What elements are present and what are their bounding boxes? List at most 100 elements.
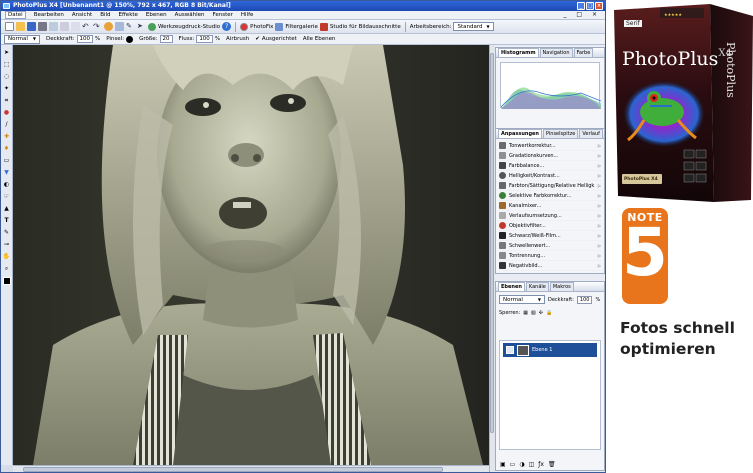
menu-effects[interactable]: Effekte: [119, 12, 138, 18]
adjustment-brightness-contrast[interactable]: Helligkeit/Kontrast... ▷: [499, 171, 601, 181]
menu-edit[interactable]: Bearbeiten: [34, 12, 64, 18]
adjustment-lens-filter[interactable]: Objektivfilter... ▷: [499, 221, 601, 231]
scroll-thumb[interactable]: [490, 53, 494, 433]
undo-icon[interactable]: ↶: [82, 22, 91, 31]
folder-icon[interactable]: ▭: [510, 461, 516, 468]
eraser-tool-icon[interactable]: ▭: [3, 157, 11, 165]
pen-tool-icon[interactable]: ✎: [3, 229, 11, 237]
redo-icon[interactable]: ↷: [93, 22, 102, 31]
tab-channels[interactable]: Kanäle: [525, 282, 549, 291]
selection-tool-icon[interactable]: ⬚: [3, 61, 11, 69]
move-tool-icon[interactable]: ➤: [3, 49, 11, 57]
layer-row[interactable]: Ebene 1: [503, 343, 597, 357]
title-bar[interactable]: PhotoPlus X4 [Unbenannt1 @ 150%, 792 x 4…: [1, 1, 605, 11]
new-layer-icon[interactable]: ▣: [500, 461, 506, 468]
adjustment-curves[interactable]: Gradationskurven... ▷: [499, 151, 601, 161]
lock-all-icon[interactable]: 🔒: [546, 310, 552, 316]
tab-color[interactable]: Farbe: [573, 48, 594, 57]
menu-view[interactable]: Ansicht: [72, 12, 92, 18]
adjustment-color-balance[interactable]: Farbbalance... ▷: [499, 161, 601, 171]
eyedropper-tool-icon[interactable]: ⊸: [3, 241, 11, 249]
print-studio-button[interactable]: Werkzeugdruck-Studio: [148, 22, 220, 31]
menu-help[interactable]: Hilfe: [241, 12, 254, 18]
tab-histogram[interactable]: Histogramm: [498, 48, 539, 57]
workspace-select[interactable]: Standard ▼: [453, 22, 494, 31]
print-icon[interactable]: [38, 22, 47, 31]
dodge-tool-icon[interactable]: ◐: [3, 181, 11, 189]
zoom-tool-icon[interactable]: ⌕: [3, 265, 11, 273]
smudge-tool-icon[interactable]: ☞: [3, 193, 11, 201]
tab-macros[interactable]: Makros: [549, 282, 574, 291]
retouch-tool-icon[interactable]: ♦: [3, 145, 11, 153]
mask-icon[interactable]: ◫: [529, 461, 535, 468]
adjustment-hue-saturation[interactable]: Farbton/Sättigung/Relative Helligk... ▷: [499, 181, 601, 191]
tab-navigation[interactable]: Navigation: [539, 48, 573, 57]
brush-tip-icon[interactable]: [126, 35, 134, 43]
pointer-icon[interactable]: ➤: [137, 22, 146, 31]
adjustment-channel-mixer[interactable]: Kanalmixer... ▷: [499, 201, 601, 211]
lasso-tool-icon[interactable]: ◌: [3, 73, 11, 81]
effects-icon[interactable]: ƒx: [538, 461, 544, 468]
menu-file[interactable]: Datei: [5, 11, 26, 19]
flow-input[interactable]: 100: [196, 35, 213, 43]
crop-icon[interactable]: [115, 22, 124, 31]
lock-pixels-icon[interactable]: ▧: [531, 310, 536, 316]
aligned-checkbox[interactable]: ✔ Ausgerichtet: [255, 36, 297, 42]
layer-opacity-input[interactable]: 100: [576, 295, 593, 304]
size-input[interactable]: 20: [159, 35, 173, 43]
new-file-icon[interactable]: [5, 22, 14, 31]
text-tool-icon[interactable]: T: [3, 217, 11, 225]
lasso-icon[interactable]: [104, 22, 113, 31]
maximize-button[interactable]: □: [586, 2, 594, 10]
adjustment-layer-icon[interactable]: ◑: [519, 461, 524, 468]
scan-icon[interactable]: [49, 22, 58, 31]
image-canvas[interactable]: [13, 45, 489, 465]
foreground-color-swatch[interactable]: [2, 277, 11, 285]
open-folder-icon[interactable]: [16, 22, 25, 31]
image-cutout-studio-button[interactable]: Studio für Bildausschnitte: [319, 22, 401, 31]
tab-brush-tip[interactable]: Pinselspitze: [542, 129, 579, 138]
menu-window[interactable]: Fenster: [213, 12, 233, 18]
trash-icon[interactable]: 🗑: [548, 461, 556, 468]
fill-tool-icon[interactable]: ▼: [3, 169, 11, 177]
document-window-controls[interactable]: _ □ ×: [563, 11, 601, 18]
opacity-input[interactable]: 100: [76, 35, 93, 43]
magic-wand-icon[interactable]: ✦: [3, 85, 11, 93]
adjustment-invert[interactable]: Negativbild... ▷: [499, 261, 601, 271]
close-button[interactable]: ×: [595, 2, 603, 10]
adjustment-posterize[interactable]: Tontrennung... ▷: [499, 251, 601, 261]
save-icon[interactable]: [27, 22, 36, 31]
adjustment-bw-film[interactable]: Schwarz/Weiß-Film... ▷: [499, 231, 601, 241]
scroll-thumb[interactable]: [23, 467, 443, 472]
shape-tool-icon[interactable]: ▲: [3, 205, 11, 213]
copy-icon[interactable]: [60, 22, 69, 31]
lock-position-icon[interactable]: ✣: [539, 310, 543, 316]
adjustment-selective-color[interactable]: Selektive Farbkorrektur... ▷: [499, 191, 601, 201]
filter-gallery-button[interactable]: Filtergalerie: [275, 22, 318, 31]
red-eye-tool-icon[interactable]: ●: [3, 109, 11, 117]
tab-layers[interactable]: Ebenen: [498, 282, 525, 291]
crop-tool-icon[interactable]: ⌗: [3, 97, 11, 105]
tab-history[interactable]: Verlauf: [579, 129, 603, 138]
hand-tool-icon[interactable]: ✋: [3, 253, 11, 261]
adjustment-levels[interactable]: Tonwertkorrektur... ▷: [499, 141, 601, 151]
pen-icon[interactable]: ✎: [126, 22, 135, 31]
menu-image[interactable]: Bild: [100, 12, 110, 18]
clone-tool-icon[interactable]: ✚: [3, 133, 11, 141]
adjustment-gradient-map[interactable]: Verlaufsumsetzung... ▷: [499, 211, 601, 221]
layer-blend-select[interactable]: Normal ▼: [499, 295, 545, 304]
visibility-icon[interactable]: [506, 346, 514, 354]
lock-transparency-icon[interactable]: ▦: [523, 310, 528, 316]
adjustment-threshold[interactable]: Schwellenwert... ▷: [499, 241, 601, 251]
all-layers-checkbox[interactable]: Alle Ebenen: [303, 36, 336, 42]
minimize-button[interactable]: _: [577, 2, 585, 10]
photofix-button[interactable]: PhotoFix: [240, 22, 273, 31]
menu-layers[interactable]: Ebenen: [146, 12, 167, 18]
paste-icon[interactable]: [71, 22, 80, 31]
menu-select[interactable]: Auswählen: [175, 12, 205, 18]
brush-tool-icon[interactable]: /: [3, 121, 11, 129]
blend-mode-select[interactable]: Normal ▼: [4, 34, 40, 44]
horizontal-scrollbar[interactable]: [13, 465, 489, 472]
tab-adjustments[interactable]: Anpassungen: [498, 129, 542, 138]
help-icon[interactable]: ?: [222, 22, 232, 31]
